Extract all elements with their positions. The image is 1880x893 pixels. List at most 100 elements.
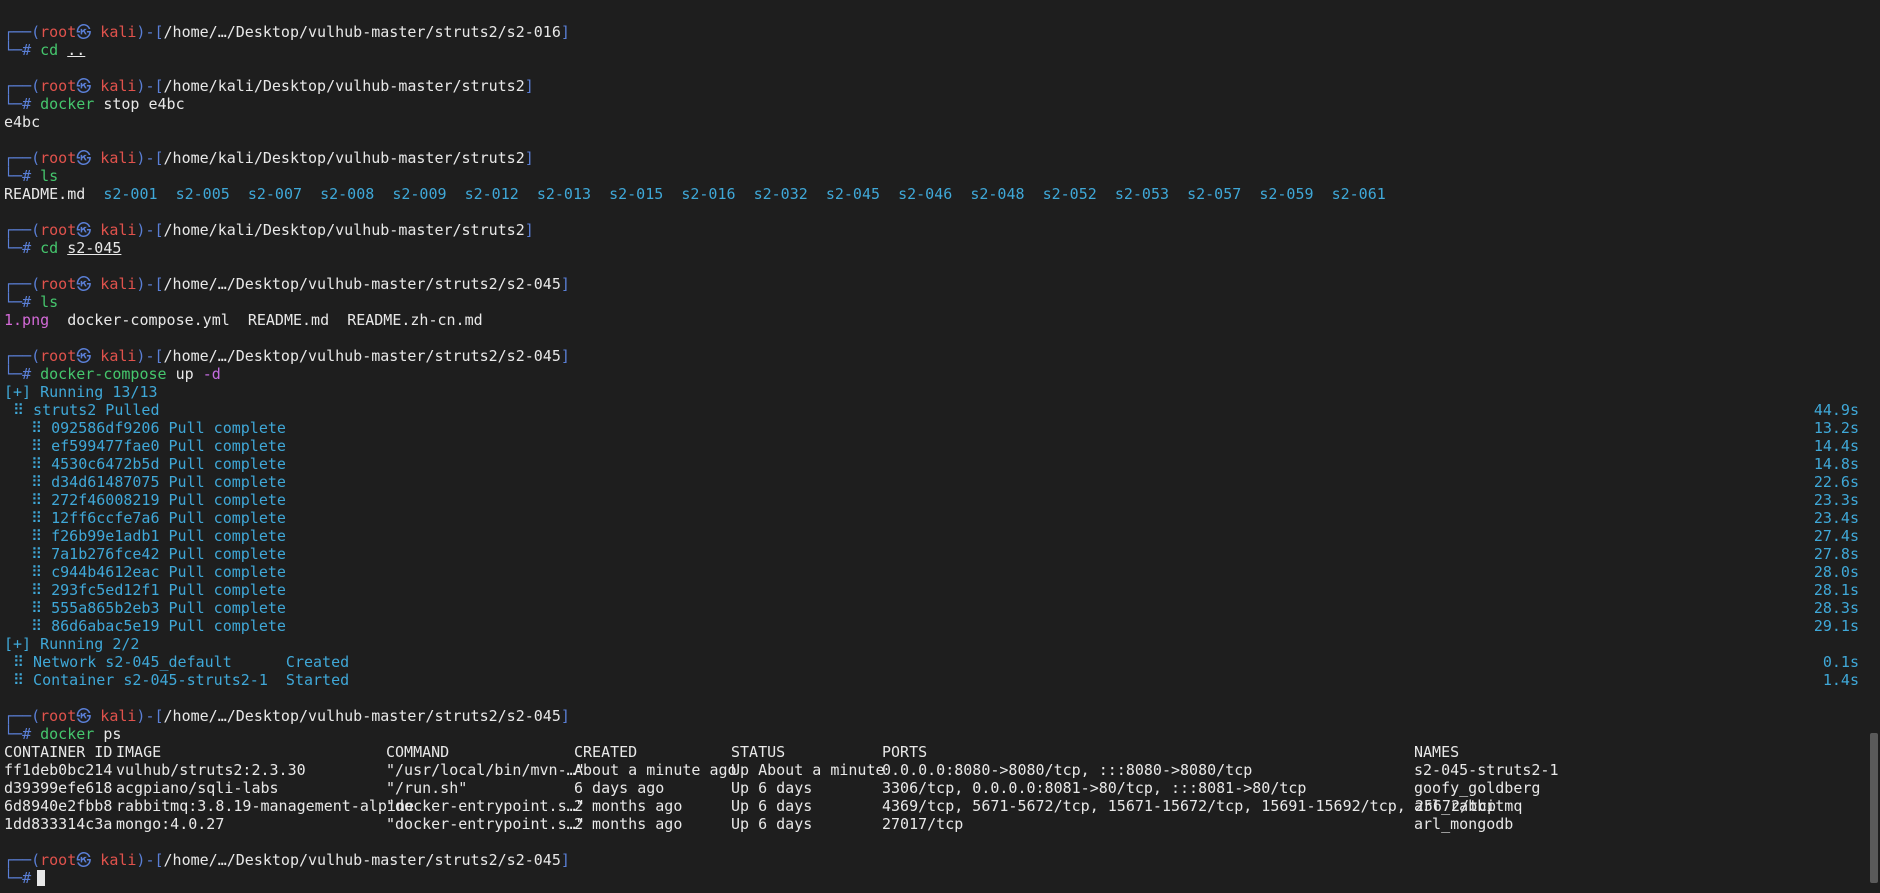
prompt-corner-top: ┌── xyxy=(4,221,32,239)
ls-directory: s2-052 xyxy=(1042,185,1097,203)
ls-directory: s2-045 xyxy=(825,185,881,203)
docker-ps-cell: 3306/tcp, 0.0.0.0:8081->80/tcp, :::8081-… xyxy=(882,779,1307,797)
docker-ps-row: 6d8940e2fbb8 rabbitmq:3.8.19-management-a… xyxy=(4,797,1859,815)
prompt-bracket-close: ] xyxy=(560,23,570,41)
docker-ps-cell: 27017/tcp xyxy=(882,815,964,833)
docker-ps-column-header: CREATED xyxy=(574,743,638,761)
docker-ps-cell: "docker-entrypoint.s…" xyxy=(386,815,585,833)
compose-layer-line: ⠿ 293fc5ed12f1 Pull complete 28.1s xyxy=(4,581,1859,599)
prompt-host: kali xyxy=(100,347,137,365)
prompt-corner-bottom: └─ xyxy=(4,725,23,743)
prompt-hash: # xyxy=(22,167,32,185)
docker-ps-cell: 4369/tcp, 5671-5672/tcp, 15671-15672/tcp… xyxy=(882,797,1497,815)
text-cursor[interactable] xyxy=(37,870,46,886)
prompt-user: root xyxy=(40,707,77,725)
prompt-paren-open: ( xyxy=(31,149,41,167)
prompt-user: root xyxy=(40,221,77,239)
prompt-bracket-open: [ xyxy=(154,221,164,239)
prompt-corner-top: ┌── xyxy=(4,77,32,95)
compose-layer: ⠿ d34d61487075 Pull complete xyxy=(4,473,286,491)
prompt-path: /home/kali/Desktop/vulhub-master/struts2 xyxy=(163,77,525,95)
docker-ps-cell: 2 months ago xyxy=(574,815,683,833)
prompt-bracket-open: [ xyxy=(154,77,164,95)
compose-layer-line: ⠿ 092586df9206 Pull complete 13.2s xyxy=(4,419,1859,437)
command-name: ls xyxy=(40,167,59,185)
ls-directory: s2-008 xyxy=(320,185,375,203)
prompt-corner-bottom: └─ xyxy=(4,869,23,887)
docker-ps-cell: "/usr/local/bin/mvn-…" xyxy=(386,761,585,779)
prompt-skull-icon: ㉿ xyxy=(76,149,92,167)
prompt-bracket-close: ] xyxy=(560,347,570,365)
compose-layer: ⠿ 12ff6ccfe7a6 Pull complete xyxy=(4,509,286,527)
terminal-window[interactable]: ┌──(root㉿ kali)-[/home/…/Desktop/vulhub-… xyxy=(0,0,1880,893)
prompt-hash: # xyxy=(22,869,32,887)
prompt-host: kali xyxy=(100,23,137,41)
prompt-bracket-open: [ xyxy=(154,347,164,365)
docker-ps-cell: Up 6 days xyxy=(731,815,813,833)
docker-ps-row: ff1deb0bc214 vulhub/struts2:2.3.30 "/usr/l… xyxy=(4,761,1859,779)
command-arg: up xyxy=(175,365,194,383)
prompt-corner-top: ┌── xyxy=(4,851,32,869)
prompt-command-line: └─# cd .. xyxy=(4,41,1859,59)
docker-ps-cell: "docker-entrypoint.s…" xyxy=(386,797,585,815)
scrollbar-thumb[interactable] xyxy=(1870,733,1878,883)
ls-directory: s2-013 xyxy=(536,185,592,203)
prompt-corner-bottom: └─ xyxy=(4,41,23,59)
compose-time: 23.4s xyxy=(1813,509,1859,527)
ls-directory: s2-059 xyxy=(1259,185,1314,203)
compose-layer: ⠿ 86d6abac5e19 Pull complete xyxy=(4,617,286,635)
ls-directory: s2-015 xyxy=(609,185,664,203)
prompt-paren-open: ( xyxy=(31,851,41,869)
ls-directory: s2-007 xyxy=(247,185,303,203)
prompt-bracket-close: ] xyxy=(524,221,534,239)
prompt-host: kali xyxy=(100,149,137,167)
prompt-command-line: └─# cd s2-045 xyxy=(4,239,1859,257)
prompt-path: /home/kali/Desktop/vulhub-master/struts2 xyxy=(163,221,525,239)
prompt-skull-icon: ㉿ xyxy=(76,23,92,41)
ls-file: README.md xyxy=(247,311,330,329)
compose-layer: ⠿ 272f46008219 Pull complete xyxy=(4,491,286,509)
ls-output-line: 1.png docker-compose.yml README.md READM… xyxy=(4,311,1859,329)
compose-layer: ⠿ 293fc5ed12f1 Pull complete xyxy=(4,581,286,599)
prompt-bracket-close: ] xyxy=(560,851,570,869)
compose-container: ⠿ Container s2-045-struts2-1 Started xyxy=(4,671,350,689)
prompt-bracket-close: ] xyxy=(560,707,570,725)
compose-layer-line: ⠿ 12ff6ccfe7a6 Pull complete 23.4s xyxy=(4,509,1859,527)
docker-ps-column-header: STATUS xyxy=(731,743,786,761)
ls-file: docker-compose.yml xyxy=(67,311,230,329)
prompt-header-line: ┌──(root㉿ kali)-[/home/kali/Desktop/vulh… xyxy=(4,221,1859,239)
ls-directory: s2-057 xyxy=(1187,185,1242,203)
prompt-skull-icon: ㉿ xyxy=(76,221,92,239)
prompt-hash: # xyxy=(22,95,32,113)
ls-output-line: README.md s2-001 s2-005 s2-007 s2-008 s2… xyxy=(4,185,1859,203)
prompt-corner-bottom: └─ xyxy=(4,167,23,185)
prompt-user: root xyxy=(40,851,77,869)
prompt-corner-top: ┌── xyxy=(4,275,32,293)
docker-ps-cell: goofy_goldberg xyxy=(1414,779,1541,797)
prompt-host: kali xyxy=(100,275,137,293)
command-arg: stop e4bc xyxy=(103,95,185,113)
prompt-host: kali xyxy=(100,851,137,869)
command-name: cd xyxy=(40,239,59,257)
compose-time: 23.3s xyxy=(1813,491,1859,509)
compose-layer-line: ⠿ 555a865b2eb3 Pull complete 28.3s xyxy=(4,599,1859,617)
docker-ps-cell: 6d8940e2fbb8 xyxy=(4,797,113,815)
ls-image-file: 1.png xyxy=(4,311,50,329)
prompt-header-line: ┌──(root㉿ kali)-[/home/…/Desktop/vulhub-… xyxy=(4,707,1859,725)
prompt-bracket-open: [ xyxy=(154,707,164,725)
compose-time: 13.2s xyxy=(1813,419,1859,437)
prompt-paren-open: ( xyxy=(31,221,41,239)
docker-ps-column-header: NAMES xyxy=(1414,743,1460,761)
prompt-paren-open: ( xyxy=(31,23,41,41)
compose-status: [+] Running 13/13 xyxy=(4,383,158,401)
compose-layer: ⠿ c944b4612eac Pull complete xyxy=(4,563,286,581)
compose-layer-line: ⠿ f26b99e1adb1 Pull complete 27.4s xyxy=(4,527,1859,545)
compose-layer: ⠿ 555a865b2eb3 Pull complete xyxy=(4,599,286,617)
ls-directory: s2-048 xyxy=(970,185,1025,203)
scrollbar[interactable] xyxy=(1866,0,1880,893)
docker-ps-cell: ff1deb0bc214 xyxy=(4,761,113,779)
docker-ps-cell: rabbitmq:3.8.19-management-alpine xyxy=(116,797,415,815)
